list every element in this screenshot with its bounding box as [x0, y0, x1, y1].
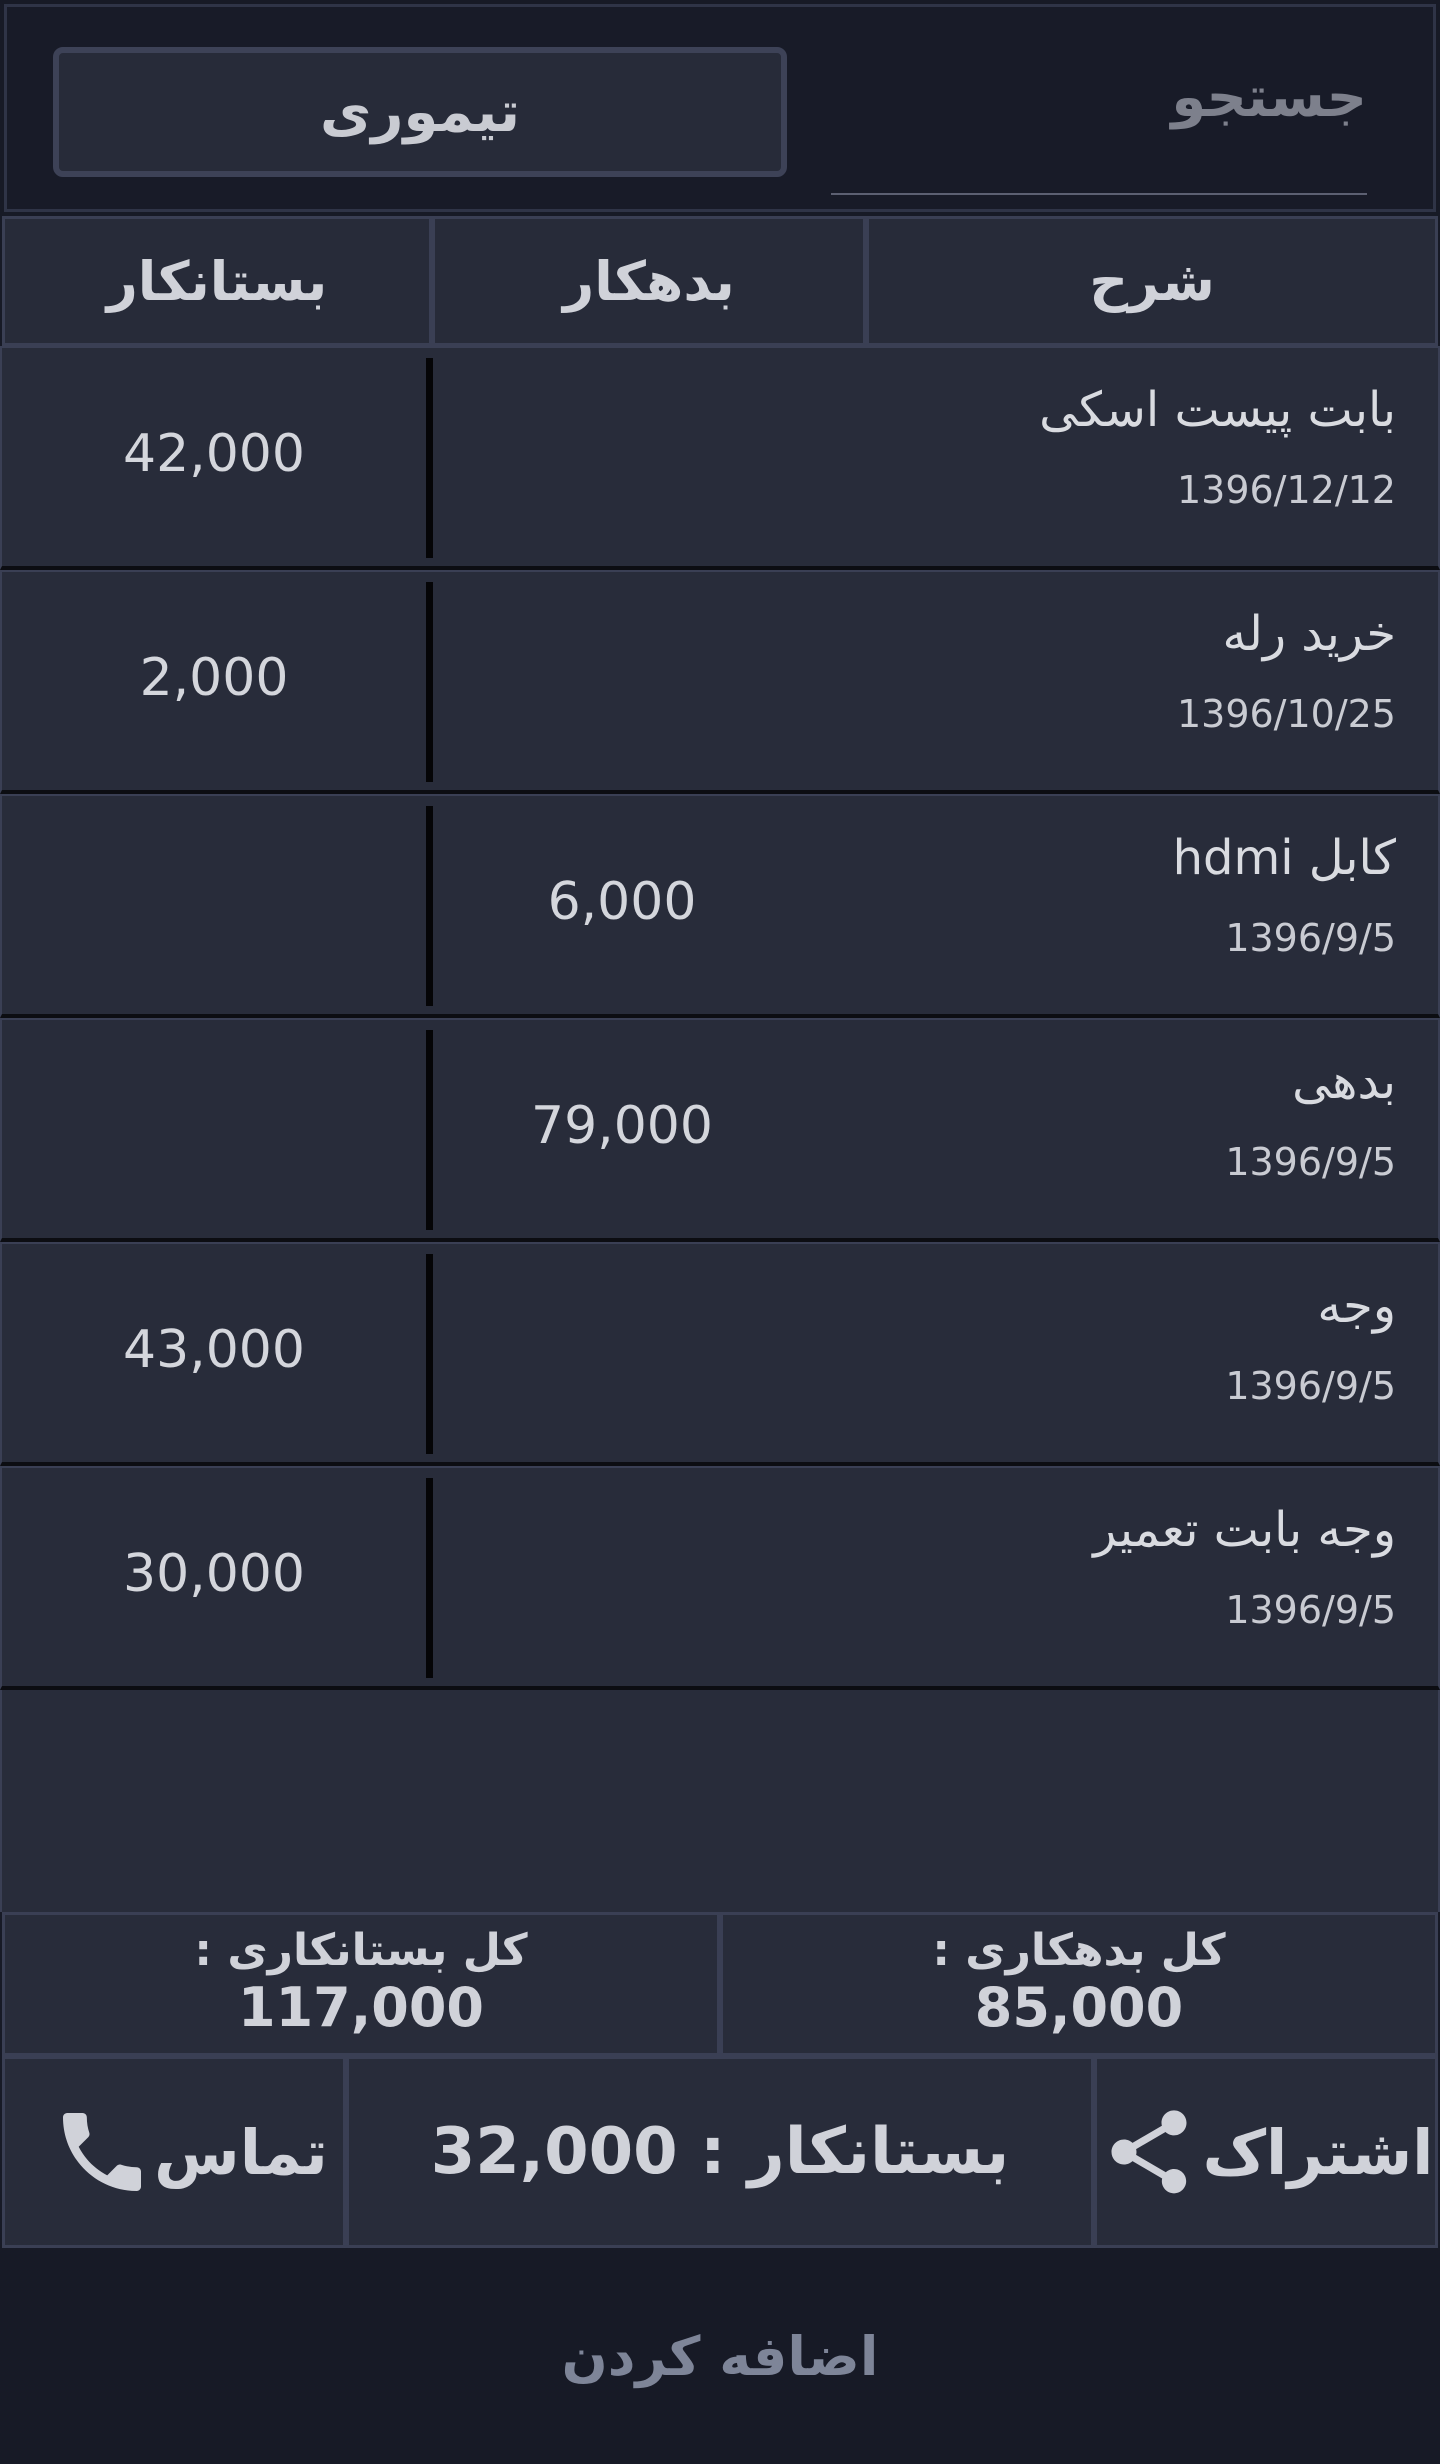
- column-separator: [426, 582, 433, 782]
- table-row[interactable]: وجه 1396/9/5 43,000: [0, 1242, 1440, 1466]
- column-header-debit: بدهکار: [432, 216, 866, 346]
- call-label: تماس: [154, 2115, 328, 2189]
- row-date: 1396/9/5: [1225, 1588, 1396, 1632]
- share-icon: [1099, 2102, 1199, 2202]
- call-button[interactable]: تماس: [2, 2056, 346, 2248]
- balance-label: بستانکار : 32,000: [430, 2115, 1010, 2189]
- table-row[interactable]: بدهی 1396/9/5 79,000: [0, 1018, 1440, 1242]
- total-debit-label: کل بدهکاری :: [932, 1925, 1226, 1976]
- total-debit-value: 85,000: [974, 1976, 1184, 2039]
- column-header-description: شرح: [866, 216, 1438, 346]
- row-description: بدهی: [1292, 1054, 1396, 1110]
- table-row[interactable]: وجه بابت تعمیر 1396/9/5 30,000: [0, 1466, 1440, 1690]
- total-credit-box: کل بستانکاری : 117,000: [2, 1912, 720, 2056]
- add-button-label: اضافه کردن: [561, 2324, 879, 2388]
- row-credit: 30,000: [123, 1544, 305, 1604]
- header: جستجو تیموری: [4, 4, 1436, 212]
- search-underline: [831, 193, 1367, 195]
- total-credit-label: کل بستانکاری :: [194, 1925, 528, 1976]
- total-credit-value: 117,000: [238, 1976, 484, 2039]
- row-debit: 6,000: [547, 872, 697, 932]
- row-description: بابت پیست اسکی: [1039, 382, 1396, 438]
- row-date: 1396/9/5: [1225, 1140, 1396, 1184]
- row-description: وجه بابت تعمیر: [1093, 1502, 1396, 1558]
- table-row[interactable]: خرید رله 1396/10/25 2,000: [0, 570, 1440, 794]
- row-debit: 79,000: [531, 1096, 713, 1156]
- customer-name: تیموری: [319, 79, 521, 145]
- transaction-list: بابت پیست اسکی 1396/12/12 42,000 خرید رل…: [0, 346, 1440, 1690]
- row-date: 1396/9/5: [1225, 1364, 1396, 1408]
- phone-icon: [50, 2100, 154, 2204]
- row-credit: 42,000: [123, 424, 305, 484]
- row-date: 1396/9/5: [1225, 916, 1396, 960]
- total-debit-box: کل بدهکاری : 85,000: [720, 1912, 1438, 2056]
- add-button[interactable]: اضافه کردن: [0, 2248, 1440, 2464]
- row-description: خرید رله: [1222, 606, 1396, 662]
- column-separator: [426, 1478, 433, 1678]
- balance-box: بستانکار : 32,000: [346, 2056, 1094, 2248]
- list-empty-area: [0, 1690, 1440, 1912]
- share-label: اشتراک: [1202, 2115, 1434, 2189]
- row-credit: 43,000: [123, 1320, 305, 1380]
- column-separator: [426, 1254, 433, 1454]
- search-input[interactable]: جستجو: [1171, 65, 1367, 130]
- column-header-credit: بستانکار: [2, 216, 432, 346]
- row-date: 1396/12/12: [1176, 468, 1396, 512]
- customer-name-box[interactable]: تیموری: [53, 47, 787, 177]
- row-date: 1396/10/25: [1176, 692, 1396, 736]
- row-description: وجه: [1317, 1278, 1396, 1334]
- table-row[interactable]: بابت پیست اسکی 1396/12/12 42,000: [0, 346, 1440, 570]
- table-row[interactable]: کابل hdmi 1396/9/5 6,000: [0, 794, 1440, 1018]
- row-credit: 2,000: [139, 648, 289, 708]
- column-separator: [426, 358, 433, 558]
- share-button[interactable]: اشتراک: [1094, 2056, 1438, 2248]
- row-description: کابل hdmi: [1172, 830, 1396, 886]
